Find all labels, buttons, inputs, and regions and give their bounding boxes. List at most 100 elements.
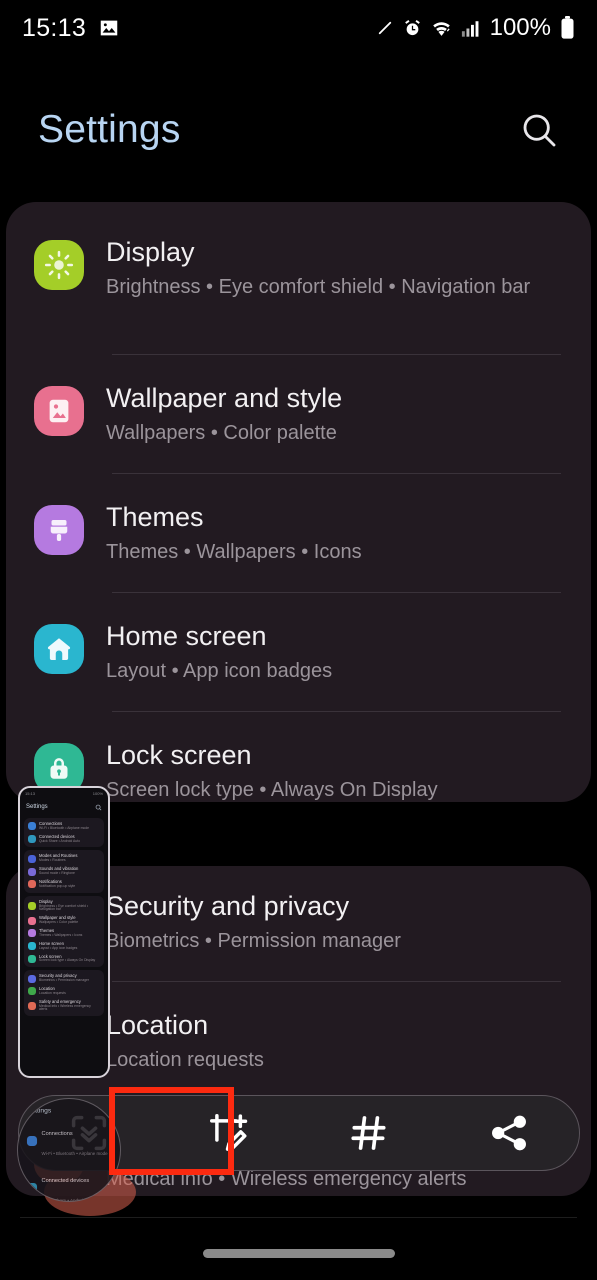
thumbnail-circle-row-title: Connections [41, 1130, 73, 1138]
settings-item-title: Wallpaper and style [106, 383, 343, 413]
thumbnail-row-subtitle: Wallpapers • Color palette [39, 920, 79, 925]
wifi-icon [431, 19, 452, 38]
thumbnail-row: Wallpaper and style Wallpapers • Color pa… [24, 914, 104, 927]
thumbnail-row: Connected devices Quick Share • Android A… [24, 833, 104, 846]
thumbnail-circle-inner: Settings Connections Wi-Fi • Bluetooth •… [18, 1099, 120, 1201]
thumbnail-row-text: Safety and emergency Medical info • Wirel… [39, 999, 100, 1013]
tags-button[interactable] [299, 1096, 439, 1170]
thumbnail-row-icon [28, 929, 36, 938]
brightness-icon [34, 240, 84, 290]
thumbnail-row: Location Location requests [24, 985, 104, 998]
settings-item-subtitle: Wallpapers • Color palette [106, 421, 337, 444]
phone-screen: 15:13 100% Settings Display Brightness •… [0, 0, 597, 1280]
screenshot-thumbnail-circle[interactable]: Settings Connections Wi-Fi • Bluetooth •… [17, 1098, 121, 1202]
thumbnail-row-text: Location Location requests [39, 986, 66, 996]
thumbnail-title: Settings [26, 804, 48, 810]
battery-full-icon [560, 16, 575, 40]
settings-item-subtitle: Location requests [106, 1048, 264, 1071]
settings-item-display[interactable]: Display Brightness • Eye comfort shield … [6, 236, 591, 300]
settings-item-title: Security and privacy [106, 891, 350, 921]
thumbnail-group: Modes and Routines Modes • Routines Sounds… [24, 850, 104, 893]
thumbnail-row-icon [28, 974, 36, 983]
thumbnail-row-icon [28, 987, 36, 996]
status-bar-right: 100% [376, 14, 575, 42]
signal-icon [461, 19, 481, 38]
thumbnail-row: Modes and Routines Modes • Routines [24, 852, 104, 865]
thumbnail-row: Home screen Layout • App icon badges [24, 940, 104, 953]
thumbnail-row-text: Notifications Notification pop-up style [39, 879, 76, 889]
settings-item-subtitle: Screen lock type • Always On Display [106, 778, 438, 801]
settings-item-title: Themes [106, 502, 204, 532]
thumbnail-status-battery: 100% [92, 791, 103, 796]
thumbnail-row-text: Sounds and vibration Sound mode • Rington… [39, 866, 78, 876]
thumbnail-row-icon [28, 835, 36, 844]
nav-divider [20, 1217, 577, 1218]
thumbnail-row-subtitle: Themes • Wallpapers • Icons [39, 932, 83, 937]
divider [112, 592, 561, 593]
thumbnail-header: Settings [20, 799, 108, 815]
settings-item-text: Display Brightness • Eye comfort shield … [106, 236, 530, 300]
crop-edit-button[interactable] [159, 1096, 299, 1170]
thumbnail-row-icon [28, 954, 36, 963]
settings-item-text: Themes Themes • Wallpapers • Icons [106, 501, 362, 565]
settings-item-title: Lock screen [106, 740, 252, 770]
thumbnail-row-subtitle: Layout • App icon badges [39, 945, 78, 950]
thumbnail-row-subtitle: Wi-Fi • Bluetooth • Airplane mode [39, 825, 90, 830]
settings-item-subtitle: Layout • App icon badges [106, 659, 333, 682]
settings-item-wallpaper-and-style[interactable]: Wallpaper and style Wallpapers • Color p… [6, 382, 591, 446]
crop-edit-icon [210, 1114, 248, 1151]
thumbnail-row: Sounds and vibration Sound mode • Rington… [24, 865, 104, 878]
hashtag-icon [351, 1116, 386, 1150]
settings-item-text: Home screen Layout • App icon badges [106, 620, 332, 684]
connections-icon [26, 1135, 38, 1146]
settings-item-themes[interactable]: Themes Themes • Wallpapers • Icons [6, 501, 591, 565]
thumbnail-row-subtitle: Notification pop-up style [39, 883, 76, 888]
thumbnail-row-subtitle: Sound mode • Ringtone [39, 871, 75, 876]
thumbnail-status-time: 15:13 [25, 791, 36, 796]
thumbnail-group: Display Brightness • Eye comfort shield •… [24, 895, 104, 968]
search-icon[interactable] [519, 110, 559, 150]
thumbnail-row: Themes Themes • Wallpapers • Icons [24, 927, 104, 940]
pen-icon [376, 19, 394, 37]
settings-item-text: Location Location requests [106, 1009, 264, 1073]
thumbnail-circle-title: Settings [26, 1107, 52, 1115]
thumbnail-row-subtitle: Quick Share • Android Auto [39, 838, 80, 843]
divider [112, 711, 561, 712]
settings-item-home-screen[interactable]: Home screen Layout • App icon badges [6, 620, 591, 684]
share-button[interactable] [439, 1096, 579, 1170]
thumbnail-row-text: Themes Themes • Wallpapers • Icons [39, 928, 83, 938]
settings-item-subtitle: Biometrics • Permission manager [106, 929, 401, 952]
thumbnail-row-subtitle: Location requests [39, 990, 66, 995]
settings-item-title: Location [106, 1010, 209, 1040]
thumbnail-row: Lock screen Screen lock type • Always On … [24, 953, 104, 966]
alarm-icon [403, 19, 422, 38]
thumbnail-group: Connections Wi-Fi • Bluetooth • Airplane … [24, 818, 104, 848]
thumbnail-row: Notifications Notification pop-up style [24, 878, 104, 891]
thumbnail-row: Display Brightness • Eye comfort shield •… [24, 898, 104, 915]
settings-item-subtitle: Themes • Wallpapers • Icons [106, 540, 362, 563]
status-time: 15:13 [22, 13, 87, 42]
status-bar-left: 15:13 [22, 14, 120, 43]
thumbnail-row-icon [28, 1002, 36, 1011]
divider [112, 473, 561, 474]
thumbnail-row-text: Modes and Routines Modes • Routines [39, 854, 77, 863]
home-indicator[interactable] [202, 1249, 395, 1258]
thumbnail-row: Safety and emergency Medical info • Wirel… [24, 998, 104, 1015]
page-header: Settings [0, 80, 597, 180]
thumbnail-row-icon [28, 867, 36, 876]
thumbnail-row-icon [28, 880, 36, 889]
screenshot-thumbnail-preview[interactable]: 15:13 100% Settings Connections Wi-Fi • B… [18, 786, 110, 1078]
image-icon [34, 386, 84, 436]
thumbnail-row-subtitle: Screen lock type • Always On Display [39, 958, 96, 963]
thumbnail-circle-row: Connected devices Quick Share • Android … [18, 1164, 120, 1201]
settings-item-subtitle: Brightness • Eye comfort shield • Naviga… [106, 275, 531, 298]
settings-item-text: Wallpaper and style Wallpapers • Color p… [106, 382, 342, 446]
thumbnail-row-subtitle: Modes • Routines [39, 858, 66, 863]
thumbnail-row: Security and privacy Biometrics • Permiss… [24, 972, 104, 985]
settings-group-display: Display Brightness • Eye comfort shield … [6, 202, 591, 802]
thumbnail-row-icon [28, 854, 36, 863]
thumbnail-circle-row-text: Connections Wi-Fi • Bluetooth • Airplane… [42, 1120, 108, 1160]
settings-item-text: Security and privacy Biometrics • Permis… [106, 890, 401, 954]
image-icon [98, 17, 120, 39]
thumbnail-row-text: Wallpaper and style Wallpapers • Color pa… [39, 915, 79, 925]
